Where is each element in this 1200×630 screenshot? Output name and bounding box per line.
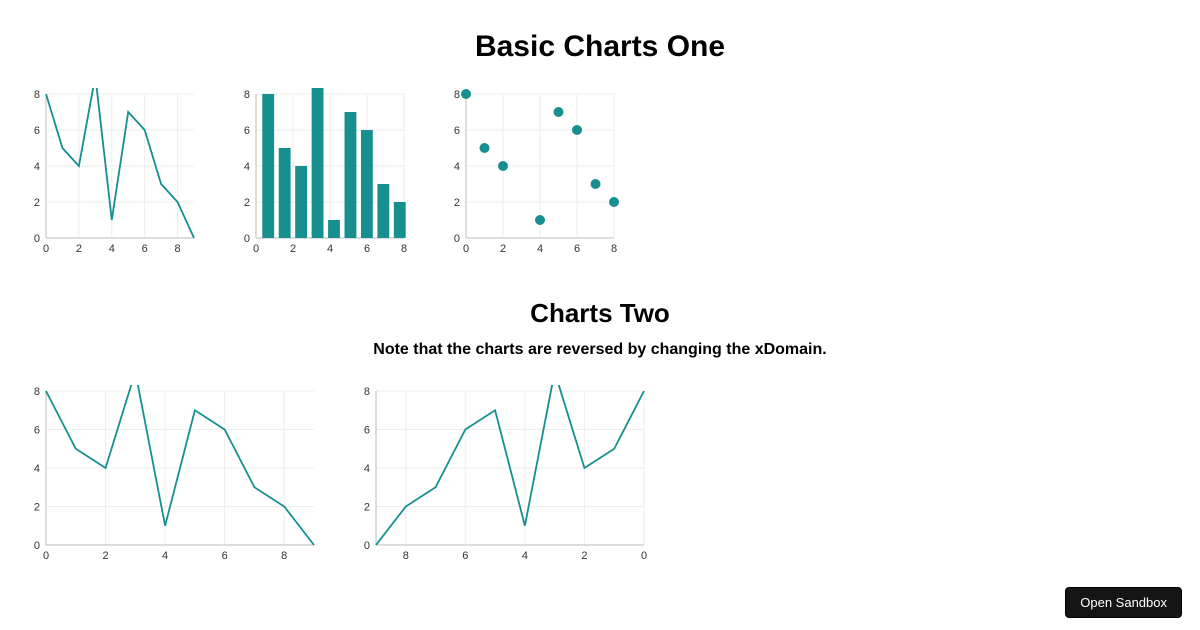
svg-text:0: 0 <box>641 550 647 562</box>
svg-text:2: 2 <box>244 197 250 209</box>
svg-text:0: 0 <box>43 550 49 562</box>
svg-text:8: 8 <box>34 386 40 398</box>
svg-text:6: 6 <box>462 550 468 562</box>
chart-bar-1: 0 2 4 6 8 0 2 4 6 8 <box>230 88 410 258</box>
svg-text:0: 0 <box>34 233 40 245</box>
svg-text:4: 4 <box>34 161 40 173</box>
svg-text:6: 6 <box>574 243 580 255</box>
svg-text:8: 8 <box>611 243 617 255</box>
svg-text:6: 6 <box>34 125 40 137</box>
chart-line-2b: 0 2 4 6 8 8 6 4 2 0 <box>350 385 650 565</box>
section-title-1: Basic Charts One <box>0 30 1200 64</box>
svg-text:0: 0 <box>454 233 460 245</box>
chart-scatter-1: 0 2 4 6 8 0 2 4 6 8 <box>440 88 620 258</box>
svg-text:2: 2 <box>581 550 587 562</box>
chart-row-1: 0 2 4 6 8 0 2 4 6 8 0 2 4 6 8 0 2 4 6 8 0 2 4 6 8 0 2 4 6 8 <box>0 88 1200 258</box>
svg-text:4: 4 <box>454 161 460 173</box>
svg-text:2: 2 <box>76 243 82 255</box>
svg-text:0: 0 <box>463 243 469 255</box>
svg-text:6: 6 <box>244 125 250 137</box>
svg-text:4: 4 <box>34 463 40 475</box>
chart-line-1: 0 2 4 6 8 0 2 4 6 8 <box>20 88 200 258</box>
svg-text:8: 8 <box>364 386 370 398</box>
svg-text:4: 4 <box>244 161 250 173</box>
svg-text:4: 4 <box>537 243 543 255</box>
svg-text:8: 8 <box>403 550 409 562</box>
svg-text:0: 0 <box>364 540 370 552</box>
svg-text:0: 0 <box>43 243 49 255</box>
chart-line-2a: 0 2 4 6 8 0 2 4 6 8 <box>20 385 320 565</box>
svg-text:2: 2 <box>34 197 40 209</box>
svg-text:6: 6 <box>454 125 460 137</box>
svg-text:2: 2 <box>290 243 296 255</box>
svg-text:2: 2 <box>454 197 460 209</box>
svg-text:2: 2 <box>102 550 108 562</box>
svg-text:2: 2 <box>364 502 370 514</box>
svg-text:4: 4 <box>522 550 528 562</box>
note-text: Note that the charts are reversed by cha… <box>0 341 1200 359</box>
svg-text:0: 0 <box>244 233 250 245</box>
svg-text:8: 8 <box>174 243 180 255</box>
section-title-2: Charts Two <box>0 298 1200 329</box>
svg-text:8: 8 <box>281 550 287 562</box>
svg-text:6: 6 <box>222 550 228 562</box>
svg-text:8: 8 <box>454 89 460 101</box>
svg-text:2: 2 <box>34 502 40 514</box>
svg-text:0: 0 <box>34 540 40 552</box>
svg-text:6: 6 <box>364 243 370 255</box>
svg-text:4: 4 <box>364 463 370 475</box>
svg-text:6: 6 <box>34 425 40 437</box>
svg-text:4: 4 <box>162 550 168 562</box>
svg-text:6: 6 <box>142 243 148 255</box>
svg-text:6: 6 <box>364 425 370 437</box>
svg-text:0: 0 <box>253 243 259 255</box>
svg-text:8: 8 <box>401 243 407 255</box>
open-sandbox-button[interactable]: Open Sandbox <box>1065 587 1182 618</box>
svg-text:8: 8 <box>34 89 40 101</box>
chart-row-2: 0 2 4 6 8 0 2 4 6 8 0 2 4 6 8 8 6 4 2 0 <box>0 385 1200 565</box>
svg-text:2: 2 <box>500 243 506 255</box>
svg-text:8: 8 <box>244 89 250 101</box>
svg-text:4: 4 <box>109 243 115 255</box>
svg-text:4: 4 <box>327 243 333 255</box>
